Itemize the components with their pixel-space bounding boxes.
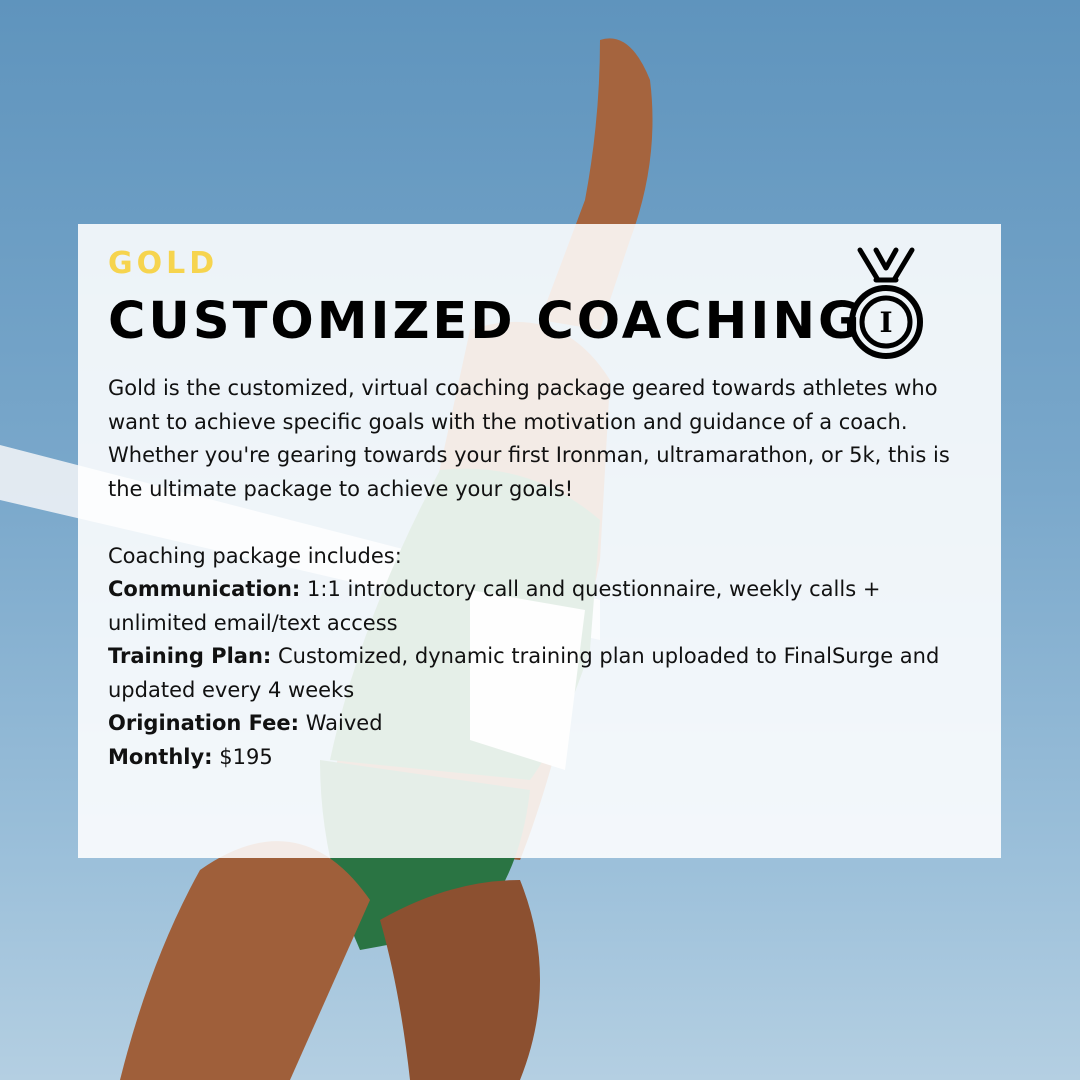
package-card: GOLD CUSTOMIZED COACHING I Gold is the c…	[78, 224, 1001, 858]
includes-heading: Coaching package includes:	[108, 543, 402, 568]
feature-monthly: Monthly: $195	[108, 741, 978, 775]
feature-communication: Communication: 1:1 introductory call and…	[108, 573, 978, 640]
feature-value: $195	[212, 744, 273, 769]
feature-origination-fee: Origination Fee: Waived	[108, 707, 978, 741]
feature-label: Communication:	[108, 577, 301, 601]
feature-training-plan: Training Plan: Customized, dynamic train…	[108, 640, 978, 707]
feature-label: Origination Fee:	[108, 711, 300, 735]
feature-label: Monthly:	[108, 744, 213, 769]
feature-label: Training Plan:	[108, 644, 272, 668]
medal-label: I	[879, 306, 892, 339]
package-description: Gold is the customized, virtual coaching…	[108, 372, 978, 774]
package-title: CUSTOMIZED COACHING	[108, 292, 863, 351]
feature-value: Waived	[299, 711, 383, 735]
medal-icon: I	[849, 247, 923, 359]
intro-text: Gold is the customized, virtual coaching…	[108, 376, 950, 501]
tier-label: GOLD	[108, 246, 219, 281]
